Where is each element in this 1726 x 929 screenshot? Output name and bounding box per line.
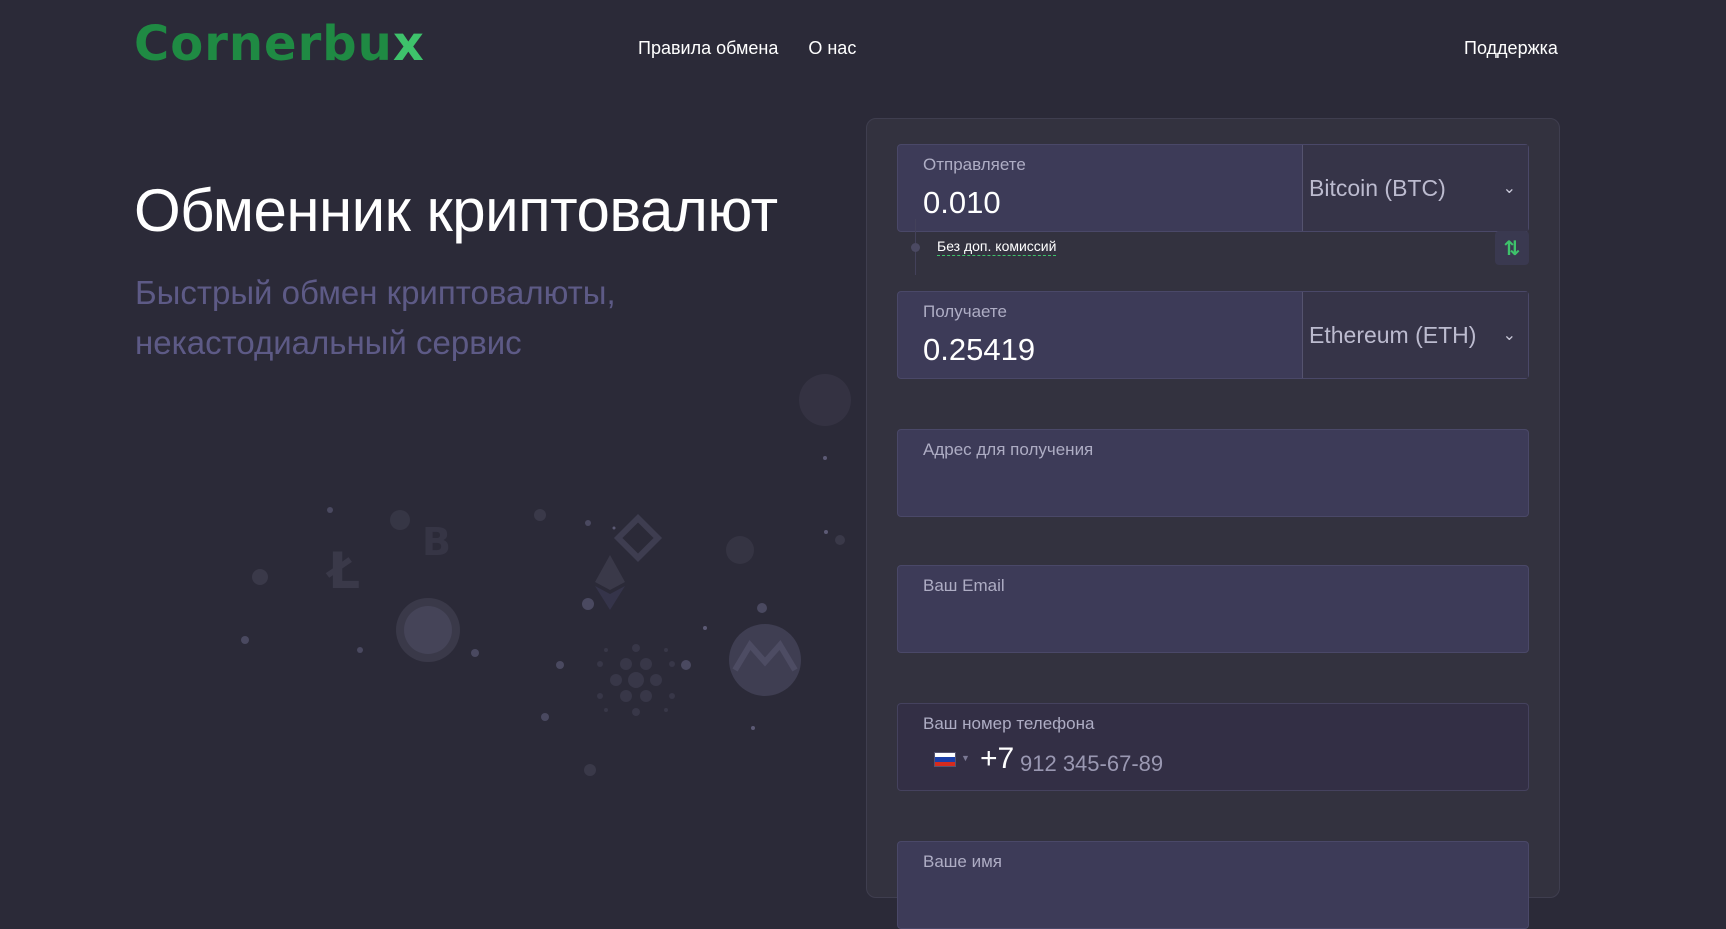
- page-subtitle: Быстрый обмен криптовалюты, некастодиаль…: [135, 274, 616, 361]
- commission-link[interactable]: Без доп. комиссий: [937, 238, 1057, 256]
- cardano-icon: [597, 644, 675, 716]
- commission-row: Без доп. комиссий ⇅: [897, 219, 1529, 275]
- monero-icon: [729, 624, 801, 696]
- receive-field[interactable]: Получаете 0.25419 Ethereum (ETH) ⌄: [897, 291, 1529, 379]
- nav-support[interactable]: Поддержка: [1464, 38, 1558, 59]
- crypto-decoration: Ł B: [241, 374, 851, 776]
- email-input[interactable]: Ваш Email: [897, 565, 1529, 653]
- litecoin-icon: Ł: [325, 542, 360, 600]
- connector-dot: [911, 243, 920, 252]
- exchange-form: Отправляете 0.010 Bitcoin (BTC) ⌄ Без до…: [866, 118, 1560, 929]
- swap-arrows-icon[interactable]: ⇅: [1495, 231, 1529, 265]
- bitcoin-icon: B: [422, 520, 451, 564]
- binance-icon: [613, 513, 663, 563]
- name-label: Ваше имя: [923, 852, 1002, 871]
- phone-placeholder: 912 345-67-89: [1020, 751, 1164, 776]
- nav-exchange-rules[interactable]: Правила обмена: [638, 38, 778, 59]
- name-input[interactable]: Ваше имя: [897, 841, 1529, 929]
- receive-currency-select[interactable]: Ethereum (ETH) ⌄: [1302, 292, 1528, 378]
- receive-label: Получаете: [923, 302, 1007, 321]
- main-nav: Правила обмена О нас: [638, 38, 856, 59]
- country-caret-icon[interactable]: ▼: [961, 753, 970, 763]
- chevron-down-icon: ⌄: [1502, 180, 1516, 197]
- nav-about[interactable]: О нас: [808, 38, 856, 59]
- site-header: Cornerbux Правила обмена О нас Поддержка: [0, 0, 1726, 100]
- russia-flag-icon[interactable]: [934, 752, 956, 767]
- address-input[interactable]: Адрес для получения: [897, 429, 1529, 517]
- phone-input[interactable]: Ваш номер телефона ▼ +7 912 345-67-89: [897, 703, 1529, 791]
- dogecoin-icon: [396, 598, 460, 662]
- send-label: Отправляете: [923, 155, 1026, 174]
- chevron-down-icon: ⌄: [1502, 327, 1516, 344]
- send-currency-label: Bitcoin (BTC): [1309, 174, 1446, 201]
- logo[interactable]: Cornerbux: [134, 16, 425, 72]
- phone-label: Ваш номер телефона: [923, 714, 1095, 733]
- phone-country-code: +7: [980, 742, 1015, 775]
- receive-currency-label: Ethereum (ETH): [1309, 321, 1477, 348]
- address-label: Адрес для получения: [923, 440, 1094, 459]
- receive-amount[interactable]: 0.25419: [923, 332, 1035, 368]
- email-label: Ваш Email: [923, 576, 1005, 595]
- ethereum-icon: [595, 555, 625, 610]
- page-title: Обменник криптовалют: [134, 177, 778, 244]
- send-amount[interactable]: 0.010: [923, 185, 1001, 221]
